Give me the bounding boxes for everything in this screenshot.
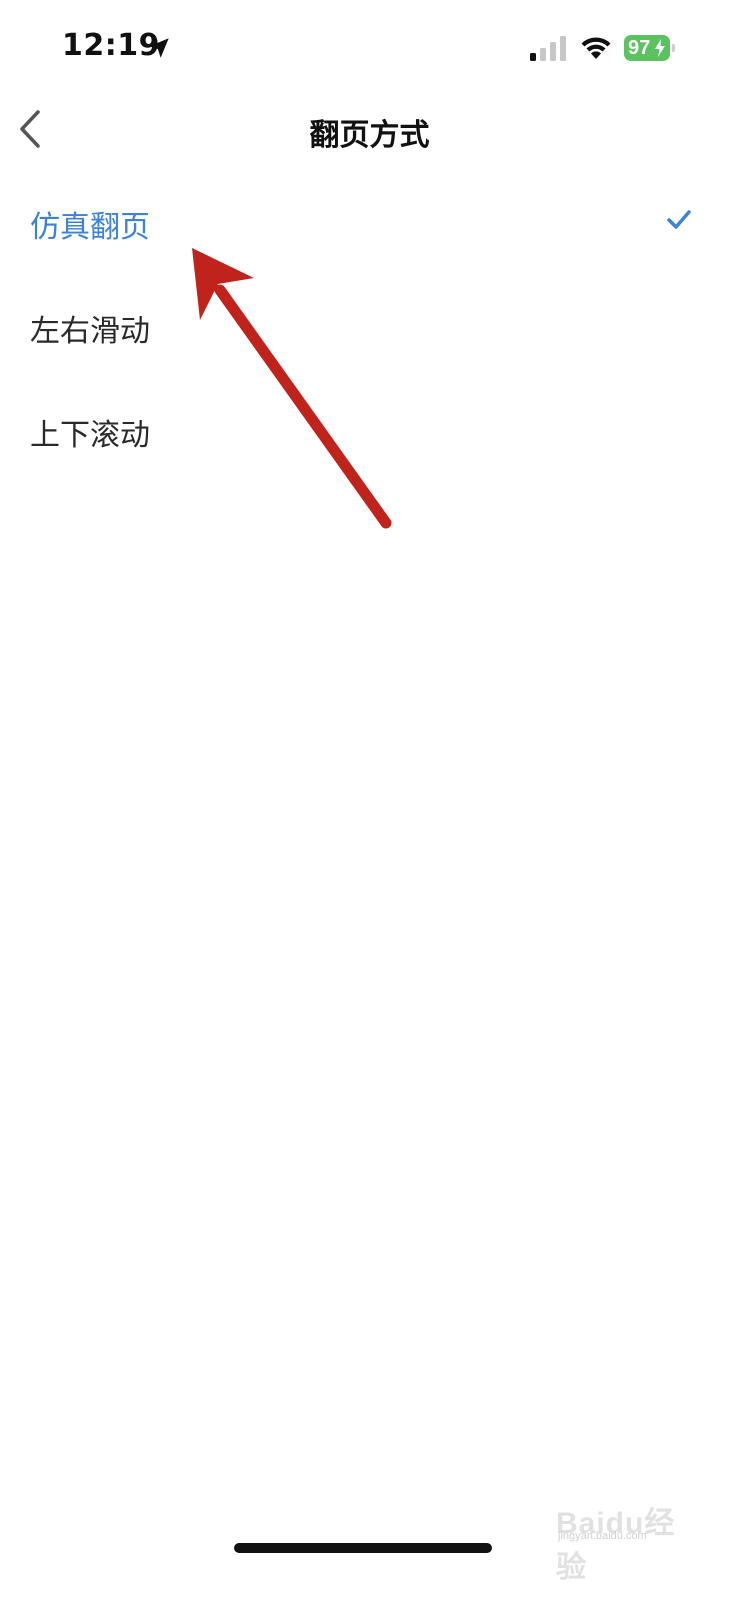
option-label: 上下滚动 bbox=[30, 418, 150, 453]
location-arrow-icon bbox=[146, 35, 172, 61]
page-title: 翻页方式 bbox=[309, 118, 430, 153]
battery-cap bbox=[672, 44, 675, 52]
annotation-arrow-icon bbox=[192, 248, 392, 529]
option-label: 仿真翻页 bbox=[30, 210, 150, 245]
wifi-icon bbox=[580, 35, 612, 61]
baidu-watermark: Baidu经验 jingyan.baidu.com bbox=[556, 1486, 690, 1584]
watermark-text: Baidu经验 bbox=[556, 1507, 676, 1584]
cellular-signal-icon bbox=[528, 36, 568, 62]
navigation-bar: 翻页方式 bbox=[0, 96, 739, 166]
battery-charging-icon: 97 bbox=[624, 35, 675, 61]
home-indicator[interactable] bbox=[234, 1543, 492, 1553]
option-label: 左右滑动 bbox=[30, 314, 150, 349]
checkmark-icon bbox=[666, 208, 692, 232]
charging-bolt-icon bbox=[654, 39, 666, 57]
watermark-subtext: jingyan.baidu.com bbox=[558, 1530, 647, 1542]
battery-level: 97 bbox=[628, 37, 651, 59]
status-bar: 12:19 97 bbox=[0, 0, 739, 96]
